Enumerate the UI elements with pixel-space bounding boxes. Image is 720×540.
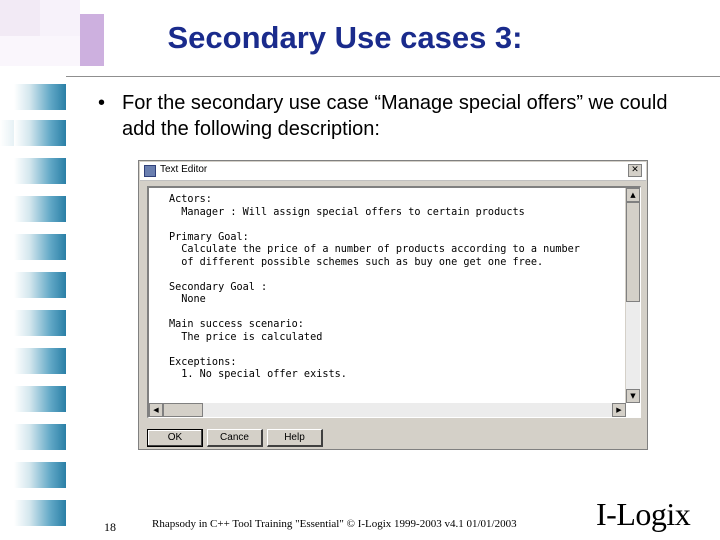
- decorative-stripes: [0, 78, 70, 538]
- decor-square: [0, 0, 40, 36]
- help-button[interactable]: Help: [267, 429, 323, 447]
- vertical-scrollbar[interactable]: ▲ ▼: [625, 188, 640, 403]
- bullet-marker: •: [98, 92, 106, 114]
- ok-button[interactable]: OK: [147, 429, 203, 447]
- editor-content[interactable]: Actors: Manager : Will assign special of…: [169, 194, 629, 382]
- text-editor-icon: [144, 165, 156, 177]
- title-divider: [66, 76, 720, 77]
- decor-stripe: [14, 120, 66, 146]
- scroll-down-arrow-icon[interactable]: ▼: [626, 389, 640, 403]
- decor-accent-bar: [80, 14, 104, 66]
- decor-stripe: [14, 196, 66, 222]
- decor-stripe: [14, 386, 66, 412]
- page-number: 18: [104, 520, 116, 534]
- decor-stripe: [14, 348, 66, 374]
- decor-square: [0, 36, 80, 66]
- text-editor-area[interactable]: Actors: Manager : Will assign special of…: [147, 186, 641, 418]
- scroll-up-arrow-icon[interactable]: ▲: [626, 188, 640, 202]
- footer-text: Rhapsody in C++ Tool Training "Essential…: [152, 518, 517, 530]
- text-editor-dialog: Text Editor ✕ Actors: Manager : Will ass…: [138, 160, 648, 450]
- close-icon[interactable]: ✕: [628, 164, 642, 177]
- slide: Secondary Use cases 3: • For the seconda…: [0, 0, 720, 540]
- bullet-item: • For the secondary use case “Manage spe…: [98, 90, 698, 142]
- decor-stripe: [14, 462, 66, 488]
- decor-stripe: [14, 84, 66, 110]
- decor-stripe: [14, 234, 66, 260]
- decorative-corner: [0, 0, 104, 76]
- scroll-right-arrow-icon[interactable]: ▶: [612, 403, 626, 417]
- slide-title: Secondary Use cases 3:: [167, 20, 523, 55]
- scroll-left-arrow-icon[interactable]: ◀: [149, 403, 163, 417]
- bullet-text: For the secondary use case “Manage speci…: [122, 92, 668, 140]
- company-logo: I-Logix: [596, 496, 691, 532]
- vertical-scroll-thumb[interactable]: [626, 202, 640, 302]
- cancel-button[interactable]: Cance: [207, 429, 263, 447]
- decor-square: [40, 0, 80, 36]
- decor-stripe: [14, 158, 66, 184]
- horizontal-scroll-thumb[interactable]: [163, 403, 203, 417]
- dialog-titlebar[interactable]: Text Editor ✕: [140, 162, 646, 181]
- decor-stripe: [14, 424, 66, 450]
- decor-stripe: [14, 310, 66, 336]
- decor-stripe: [14, 500, 66, 526]
- dialog-title: Text Editor: [160, 164, 208, 175]
- horizontal-scrollbar[interactable]: ◀ ▶: [149, 403, 626, 417]
- decor-stripe: [14, 272, 66, 298]
